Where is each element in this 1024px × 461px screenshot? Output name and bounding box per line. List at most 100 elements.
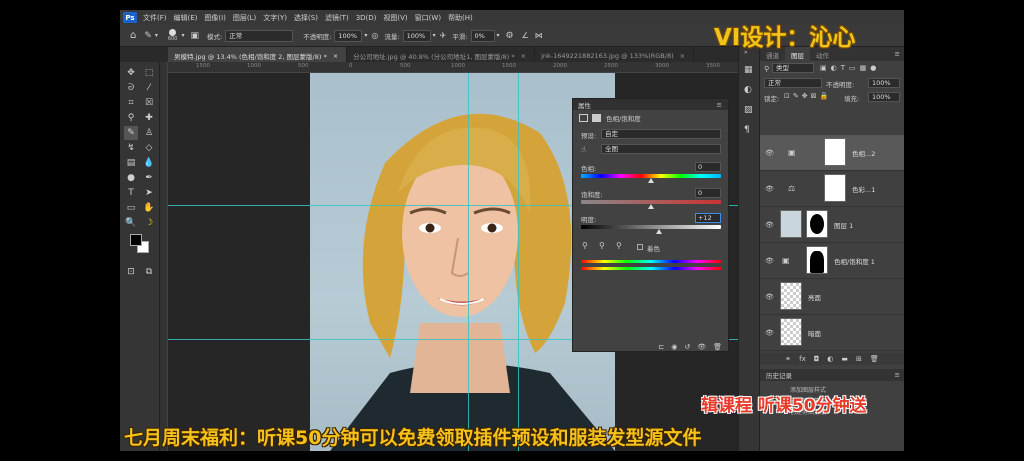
home-icon[interactable]: ⌂ [130,30,136,41]
new-adjustment-icon[interactable]: ◐ [827,355,833,363]
add-mask-icon[interactable]: ◘ [814,355,820,363]
chevron-down-icon[interactable]: ▾ [181,32,184,39]
adjustments-icon[interactable]: ▨ [744,105,753,115]
close-icon[interactable]: × [680,52,685,60]
zoom-tool-icon[interactable]: 🔍 [124,216,138,230]
symmetry-icon[interactable]: ⋈ [535,31,543,40]
eye-icon[interactable]: 👁 [765,329,774,337]
hand-tool-icon[interactable]: ✋ [142,201,156,215]
airbrush-icon[interactable]: ✈ [440,31,447,40]
menu-type[interactable]: 文字(Y) [263,13,287,23]
layer-row-layer-1[interactable]: 👁 图层 1 [760,207,904,243]
history-icon[interactable]: ¶ [744,125,750,135]
menu-filter[interactable]: 滤镜(T) [325,13,349,23]
saturation-value[interactable]: 0 [695,188,721,198]
preset-select[interactable]: 自定 [601,129,721,139]
menu-window[interactable]: 窗口(W) [415,13,441,23]
move-tool-icon[interactable]: ✥ [124,66,138,80]
stamp-tool-icon[interactable]: ♙ [142,126,156,140]
visibility-icon[interactable]: 👁 [697,343,706,351]
reset-icon[interactable]: ↺ [684,343,690,351]
eye-icon[interactable]: 👁 [765,221,774,229]
path-select-icon[interactable]: ➤ [142,186,156,200]
close-icon[interactable]: × [521,52,526,60]
crop-tool-icon[interactable]: ⌗ [124,96,138,110]
channel-select[interactable]: 全图 [601,144,721,154]
target-hand-icon[interactable]: ☝ [581,145,586,154]
menu-image[interactable]: 图像(I) [204,13,226,23]
gear-icon[interactable]: ⚙ [506,31,514,41]
layer-thumbnail[interactable] [780,282,802,310]
chevron-down-icon[interactable]: ▾ [364,32,367,39]
layer-mask-thumbnail[interactable] [824,174,846,202]
brush-tool-icon[interactable]: ✎ [144,31,152,41]
menu-3d[interactable]: 3D(D) [356,14,377,22]
layer-mask-thumbnail[interactable] [824,138,846,166]
clip-to-layer-icon[interactable]: ⊏ [658,343,664,351]
eraser-tool-icon[interactable]: ◇ [142,141,156,155]
opacity-field[interactable]: 100% [334,29,363,42]
eye-icon[interactable]: 👁 [765,257,774,265]
rectangle-tool-icon[interactable]: ▭ [124,201,138,215]
magic-wand-icon[interactable]: ⁄ [142,81,156,95]
chevron-down-icon[interactable]: ▾ [155,32,158,39]
screen-mode-icon[interactable]: ⧉ [142,265,156,279]
menu-edit[interactable]: 编辑(E) [174,13,198,23]
pressure-opacity-icon[interactable]: ◎ [371,31,378,40]
fx-icon[interactable]: fx [799,355,806,363]
tab-branch-address[interactable]: 分公司地址.jpg @ 40.8% (分公司地址1, 图层蒙版/8) * × [347,47,536,62]
fill-field[interactable]: 100% [868,92,900,102]
panel-menu-icon[interactable]: ≡ [717,101,722,109]
swatches-icon[interactable]: ◐ [744,85,752,95]
menu-layer[interactable]: 图层(L) [233,13,256,23]
mode-select[interactable]: 正常 [225,29,294,42]
trash-icon[interactable]: 🗑 [713,343,722,351]
history-brush-icon[interactable]: ↯ [124,141,138,155]
pen-tool-icon[interactable]: ✒ [142,171,156,185]
marquee-tool-icon[interactable]: ⬚ [142,66,156,80]
menu-select[interactable]: 选择(S) [294,13,318,23]
layer-opacity-field[interactable]: 100% [868,78,900,88]
brush-settings-icon[interactable]: ▣ [190,31,199,41]
type-tool-icon[interactable]: T [124,186,138,200]
color-panel-icon[interactable]: ▦ [744,65,753,75]
dodge-tool-icon[interactable]: ● [124,171,138,185]
angle-icon[interactable]: ∠ [522,31,529,40]
hue-value[interactable]: 0 [695,162,721,172]
tab-male-model[interactable]: 男模特.jpg @ 13.4% (色相/饱和度 2, 图层蒙版/8) * × [168,47,348,62]
brush-tool-icon[interactable]: ✎ [124,126,138,140]
eyedropper-plus-icon[interactable]: ⚲ [599,241,605,250]
layer-thumbnail[interactable] [780,210,802,238]
layer-row-color-balance-1[interactable]: 👁 ⚖ 色彩...1 [760,171,904,207]
lasso-tool-icon[interactable]: ᘐ [124,81,138,95]
menu-help[interactable]: 帮助(H) [448,13,473,23]
eye-icon[interactable]: 👁 [765,185,774,193]
menu-file[interactable]: 文件(F) [143,13,167,23]
menu-view[interactable]: 视图(V) [383,13,407,23]
blur-tool-icon[interactable]: 💧 [142,156,156,170]
chevron-down-icon[interactable]: ▾ [433,32,436,39]
brush-preset-picker[interactable]: 600 [168,29,177,42]
layer-mask-thumbnail[interactable] [806,210,828,238]
quick-mask-icon[interactable]: ⊡ [124,265,138,279]
layer-row-shadows[interactable]: 👁 暗面 [760,315,904,351]
gradient-tool-icon[interactable]: ▤ [124,156,138,170]
layer-row-hue-sat-1[interactable]: 👁 ▣ 色相/饱和度 1 [760,243,904,279]
frame-tool-icon[interactable]: ☒ [142,96,156,110]
panel-menu-icon[interactable]: ≡ [895,371,900,379]
history-title[interactable]: 历史记录 [766,370,792,380]
saturation-slider-thumb[interactable] [648,204,654,209]
layer-thumbnail[interactable] [780,318,802,346]
link-icon[interactable]: ⚭ [785,355,791,363]
flow-field[interactable]: 100% [402,29,431,42]
lightness-value[interactable]: +12 [695,213,721,223]
banana-icon[interactable]: ☽ [142,216,156,230]
layer-row-highlights[interactable]: 👁 亮面 [760,279,904,315]
trash-icon[interactable]: 🗑 [870,355,879,363]
colorize-checkbox[interactable] [637,244,643,250]
lightness-slider-track[interactable] [581,225,721,229]
layer-row-hue-sat-2[interactable]: 👁 ▣ 色相...2 [760,135,904,171]
tab-jnk-image[interactable]: jnk-1649221882163.jpg @ 133%(RGB/8) × [535,47,695,62]
filter-icons[interactable]: ▣◐T▭▦● [820,64,880,72]
healing-brush-icon[interactable]: ✚ [142,111,156,125]
